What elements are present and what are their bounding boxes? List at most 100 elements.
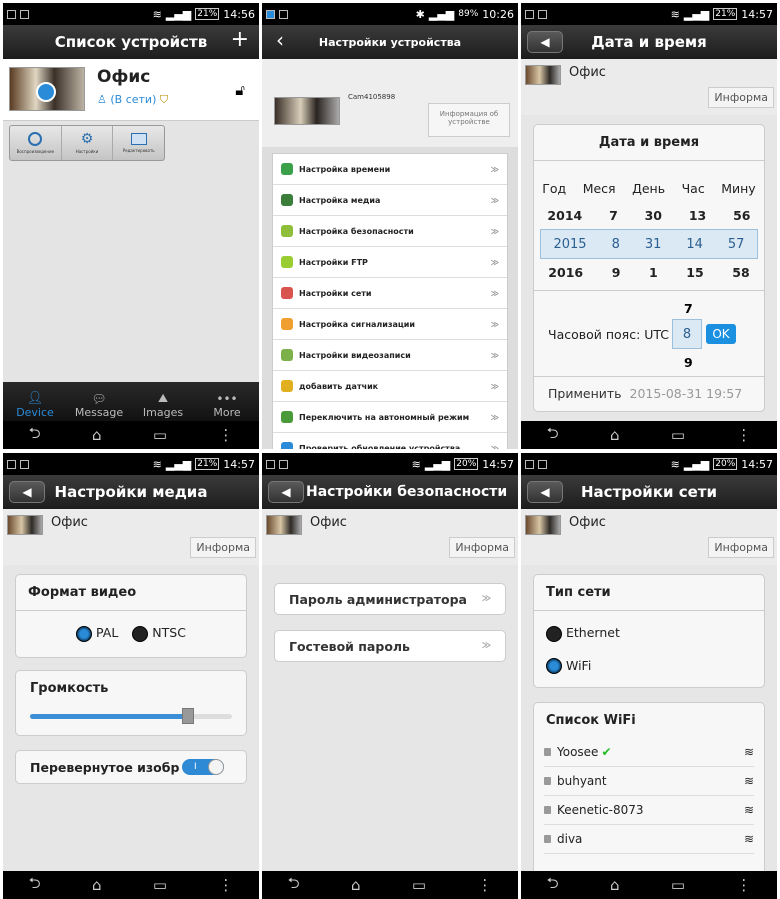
back-button[interactable]: ◀ [527, 481, 563, 503]
signal-icon: ▂▄▆ [165, 7, 192, 21]
back-icon[interactable]: ⮌ [288, 873, 300, 898]
tab-device[interactable]: 👤︎ Device [3, 382, 67, 421]
back-icon[interactable]: ⮌ [29, 873, 41, 898]
wifi-network-row[interactable]: diva ≋ [544, 825, 754, 854]
home-icon[interactable]: ⌂ [610, 426, 620, 444]
month-selected[interactable]: 8 [612, 237, 620, 252]
settings-menu-item[interactable]: Проверить обновление устройства ≫ [273, 433, 507, 449]
unlock-icon[interactable]: 🔓︎ [235, 81, 245, 99]
timezone-above[interactable]: 7 [684, 301, 693, 316]
year-above[interactable]: 2014 [547, 208, 582, 223]
chevron-right-icon: ≫ [481, 594, 491, 604]
ntsc-option[interactable]: NTSC [132, 625, 186, 642]
info-button[interactable]: Информа [190, 537, 256, 558]
wifi-network-row[interactable]: Yoosee ✔ ≋ [544, 738, 754, 767]
settings-menu-item[interactable]: Настройки FTP ≫ [273, 247, 507, 278]
recents-icon[interactable]: ▭ [671, 876, 685, 894]
year-below[interactable]: 2016 [548, 265, 583, 280]
menu-dots-icon[interactable]: ⋮ [218, 876, 233, 894]
back-button[interactable]: ◀ [527, 31, 563, 53]
timezone-ok-button[interactable]: OK [706, 324, 736, 344]
info-button[interactable]: Информа [708, 537, 774, 558]
day-below[interactable]: 1 [649, 265, 658, 280]
day-selected[interactable]: 31 [645, 237, 662, 252]
year-selected[interactable]: 2015 [553, 237, 586, 252]
info-button[interactable]: Информа [708, 87, 774, 108]
playback-button[interactable]: Воспроизведение [10, 126, 62, 160]
menu-item-icon [281, 225, 293, 237]
hour-above[interactable]: 13 [689, 208, 706, 223]
settings-menu-item[interactable]: Настройка безопасности ≫ [273, 216, 507, 247]
settings-menu-item[interactable]: Настройка медиа ≫ [273, 185, 507, 216]
device-header: Офис Информа [521, 509, 777, 565]
timezone-selected[interactable]: 8 [672, 319, 702, 349]
hour-below[interactable]: 15 [686, 265, 703, 280]
home-icon[interactable]: ⌂ [92, 426, 102, 444]
back-button[interactable]: ◀ [268, 481, 304, 503]
back-button[interactable]: ◀ [9, 481, 45, 503]
menu-dots-icon[interactable]: ⋮ [477, 876, 492, 894]
picker-row-below[interactable]: 2016 9 1 15 58 [534, 259, 764, 286]
back-icon[interactable]: ⮌ [547, 873, 559, 898]
hour-selected[interactable]: 14 [686, 237, 703, 252]
recents-icon[interactable]: ▭ [153, 876, 167, 894]
timezone-below[interactable]: 9 [684, 355, 693, 370]
ethernet-option[interactable]: Ethernet [534, 611, 764, 642]
guest-password-button[interactable]: Гостевой пароль ≫ [274, 630, 506, 662]
info-button[interactable]: Информа [449, 537, 515, 558]
screenshot-grid: ≋ ▂▄▆ 21% 14:56 Список устройств + Офис … [0, 0, 780, 899]
month-below[interactable]: 9 [612, 265, 621, 280]
minute-selected[interactable]: 57 [728, 237, 745, 252]
menu-dots-icon[interactable]: ⋮ [218, 426, 233, 444]
day-above[interactable]: 30 [645, 208, 662, 223]
datetime-headers: Год Меся День Час Мину [534, 175, 764, 202]
apply-row[interactable]: Применить 2015-08-31 19:57 [534, 376, 764, 405]
settings-menu-item[interactable]: Настройки сети ≫ [273, 278, 507, 309]
page-title: Дата и время [591, 33, 707, 51]
settings-menu-item[interactable]: Настройка времени ≫ [273, 154, 507, 185]
settings-menu-item[interactable]: Настройки видеозаписи ≫ [273, 340, 507, 371]
picker-row-above[interactable]: 2014 7 30 13 56 [534, 202, 764, 229]
settings-menu-item[interactable]: Настройка сигнализации ≫ [273, 309, 507, 340]
menu-dots-icon[interactable]: ⋮ [736, 426, 751, 444]
minute-below[interactable]: 58 [732, 265, 749, 280]
tab-message[interactable]: 💬︎ Message [67, 382, 131, 421]
volume-thumb[interactable] [181, 708, 194, 724]
device-thumbnail [525, 65, 561, 85]
wifi-network-row[interactable]: buhyant ≋ [544, 767, 754, 796]
picker-row-selected[interactable]: 2015 8 31 14 57 [540, 229, 758, 259]
device-card[interactable]: Офис ♙ (В сети) ⛉ 🔓︎ [3, 59, 259, 121]
back-icon[interactable]: ⮌ [29, 423, 41, 448]
minute-above[interactable]: 56 [733, 208, 750, 223]
volume-slider[interactable] [30, 708, 232, 724]
device-thumbnail[interactable] [9, 67, 85, 111]
wifi-option[interactable]: WiFi [534, 642, 764, 674]
tab-images[interactable]: ⛰ Images [131, 382, 195, 421]
wifi-network-row[interactable]: Keenetic-8073 ≋ [544, 796, 754, 825]
recents-icon[interactable]: ▭ [153, 426, 167, 444]
home-icon[interactable]: ⌂ [92, 876, 102, 894]
chevron-left-icon[interactable]: ‹ [276, 28, 284, 52]
home-icon[interactable]: ⌂ [610, 876, 620, 894]
menu-dots-icon[interactable]: ⋮ [736, 876, 751, 894]
back-icon[interactable]: ⮌ [547, 423, 559, 448]
settings-button[interactable]: ⚙ Настройки [62, 126, 114, 160]
tab-more[interactable]: ••• More [195, 382, 259, 421]
menu-item-label: Проверить обновление устройства [299, 443, 461, 450]
admin-password-button[interactable]: Пароль администратора ≫ [274, 583, 506, 615]
flip-image-toggle[interactable]: I [182, 759, 224, 775]
edit-button[interactable]: Редактировать [113, 126, 164, 160]
bottom-tab-bar: 👤︎ Device 💬︎ Message ⛰ Images ••• More [3, 382, 259, 421]
settings-menu-item[interactable]: добавить датчик ≫ [273, 371, 507, 402]
device-info-button[interactable]: Информация об устройстве [428, 103, 510, 137]
recents-icon[interactable]: ▭ [412, 876, 426, 894]
status-bar: ≋ ▂▄▆ 21% 14:56 [3, 3, 259, 25]
settings-menu-item[interactable]: Переключить на автономный режим ≫ [273, 402, 507, 433]
chevron-right-icon: ≫ [490, 381, 499, 391]
month-above[interactable]: 7 [609, 208, 618, 223]
add-device-button[interactable]: + [231, 27, 249, 52]
recents-icon[interactable]: ▭ [671, 426, 685, 444]
pal-option[interactable]: PAL [76, 625, 118, 642]
video-format-card: Формат видео PAL NTSC [15, 574, 247, 658]
home-icon[interactable]: ⌂ [351, 876, 361, 894]
